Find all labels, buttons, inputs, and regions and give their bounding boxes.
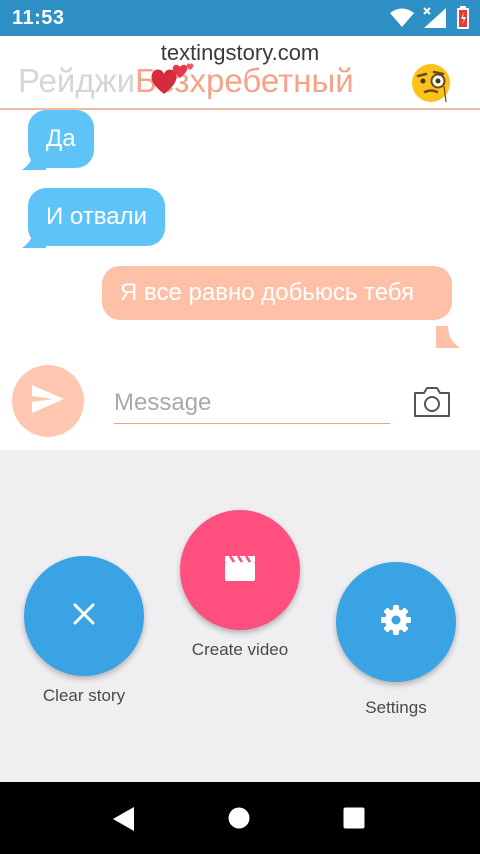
contact-title[interactable]: РейджиБезхребетный: [18, 62, 458, 100]
message-composer: [0, 360, 480, 450]
contact-name: Рейджи: [18, 62, 136, 99]
monocle-emoji-icon: [410, 62, 452, 108]
message-bubble-incoming[interactable]: Да: [28, 110, 94, 168]
gear-icon: [380, 604, 412, 640]
clapperboard-icon: [224, 554, 256, 586]
close-icon: [73, 603, 95, 629]
status-icons: [390, 6, 470, 30]
navigation-bar: [0, 782, 480, 854]
home-icon[interactable]: [228, 807, 250, 833]
back-icon[interactable]: [112, 806, 136, 836]
bubble-tail: [436, 326, 460, 352]
recents-icon[interactable]: [343, 807, 365, 833]
chat-header: textingstory.com РейджиБезхребетный: [0, 36, 480, 110]
clear-story-button[interactable]: [24, 556, 144, 676]
wifi-icon: [390, 8, 414, 28]
message-input[interactable]: [114, 382, 390, 424]
settings-label: Settings: [365, 698, 427, 717]
create-video-label: Create video: [191, 640, 289, 659]
action-panel: Clear story Create video Settings: [0, 450, 480, 782]
signal-icon: [422, 7, 448, 29]
message-bubble-outgoing[interactable]: Я все равно добьюсь тебя: [102, 266, 452, 320]
create-video-button[interactable]: [180, 510, 300, 630]
settings-button[interactable]: [336, 562, 456, 682]
send-button[interactable]: [12, 365, 84, 437]
status-bar: 11:53: [0, 0, 480, 36]
status-time: 11:53: [12, 7, 65, 29]
message-bubble-incoming[interactable]: И отвали: [28, 188, 165, 246]
send-icon: [31, 384, 65, 418]
battery-icon: [456, 6, 470, 30]
clear-story-label: Clear story: [42, 686, 126, 705]
camera-icon[interactable]: [412, 386, 452, 422]
hearts-emoji-icon: [150, 60, 196, 102]
